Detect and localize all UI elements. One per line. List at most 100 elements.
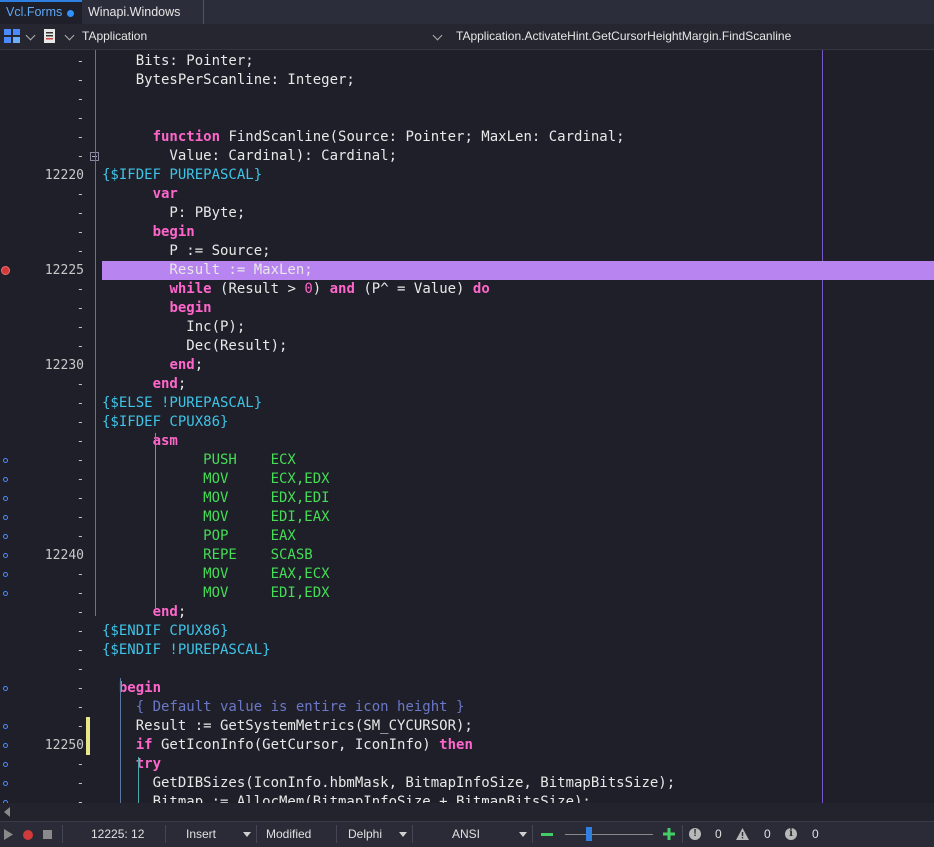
code-line[interactable]: - var (0, 185, 934, 204)
code-line[interactable]: - {$ENDIF !PUREPASCAL} (0, 641, 934, 660)
chevron-down-icon[interactable] (519, 832, 527, 837)
code-text[interactable]: asm (102, 432, 178, 451)
code-line[interactable]: - {$IFDEF CPUX86} (0, 413, 934, 432)
code-line[interactable]: - MOV EDX,EDI (0, 489, 934, 508)
chevron-down-icon[interactable] (399, 832, 407, 837)
code-text[interactable]: POP EAX (102, 527, 296, 546)
code-text[interactable]: MOV EAX,ECX (102, 565, 329, 584)
code-text[interactable]: P := Source; (102, 242, 270, 261)
code-editor[interactable]: - Bits: Pointer; - BytesPerScanline: Inte… (0, 50, 934, 803)
warning-icon[interactable] (736, 828, 749, 840)
insert-mode[interactable]: Insert (186, 827, 216, 841)
code-line[interactable]: - end; (0, 603, 934, 622)
code-line[interactable]: - P := Source; (0, 242, 934, 261)
code-text[interactable]: begin (102, 299, 211, 318)
chevron-down-icon[interactable] (432, 30, 443, 41)
code-text[interactable]: MOV ECX,EDX (102, 470, 329, 489)
code-line[interactable]: 12240 REPE SCASB (0, 546, 934, 565)
code-text[interactable]: Bitmap := AllocMem(BitmapInfoSize + Bitm… (102, 793, 591, 803)
code-line[interactable]: - begin (0, 679, 934, 698)
code-text[interactable]: try (102, 755, 161, 774)
code-line[interactable]: - PUSH ECX (0, 451, 934, 470)
code-text[interactable]: {$ENDIF !PUREPASCAL} (102, 641, 271, 660)
code-text[interactable]: P: PByte; (102, 204, 245, 223)
scroll-left-icon[interactable] (4, 807, 10, 817)
code-text[interactable]: {$ELSE !PUREPASCAL} (102, 394, 262, 413)
horizontal-scrollbar[interactable] (0, 803, 934, 821)
code-text[interactable]: MOV EDI,EAX (102, 508, 329, 527)
code-line[interactable]: - MOV EAX,ECX (0, 565, 934, 584)
method-selector[interactable]: TApplication.ActivateHint.GetCursorHeigh… (456, 29, 791, 43)
structure-view-icon[interactable] (3, 28, 21, 44)
code-line[interactable]: - GetDIBSizes(IconInfo.hbmMask, BitmapIn… (0, 774, 934, 793)
code-text[interactable]: while (Result > 0) and (P^ = Value) do (102, 280, 489, 299)
code-text[interactable]: { Default value is entire icon height } (102, 698, 465, 717)
code-text[interactable]: GetDIBSizes(IconInfo.hbmMask, BitmapInfo… (102, 774, 676, 793)
code-line[interactable]: 12225 Result := MaxLen; (0, 261, 934, 280)
code-line[interactable]: - end; (0, 375, 934, 394)
chevron-down-icon[interactable] (243, 832, 251, 837)
code-line[interactable]: - {$ENDIF CPUX86} (0, 622, 934, 641)
code-text[interactable]: begin (102, 223, 195, 242)
code-line[interactable]: - try (0, 755, 934, 774)
zoom-slider-thumb[interactable] (586, 827, 592, 841)
code-line[interactable]: - Value: Cardinal): Cardinal; (0, 147, 934, 166)
code-line[interactable]: - (0, 109, 934, 128)
code-line[interactable]: - (0, 90, 934, 109)
code-line[interactable]: - while (Result > 0) and (P^ = Value) do (0, 280, 934, 299)
code-text[interactable]: end; (102, 603, 187, 622)
chevron-down-icon[interactable] (25, 30, 36, 41)
tab-vcl-forms[interactable]: Vcl.Forms (0, 0, 82, 24)
code-text[interactable]: MOV EDX,EDI (102, 489, 329, 508)
hint-icon[interactable]: i (785, 828, 797, 840)
code-line[interactable]: - Bits: Pointer; (0, 52, 934, 71)
code-text[interactable]: REPE SCASB (102, 546, 313, 565)
code-text[interactable]: PUSH ECX (102, 451, 296, 470)
code-text[interactable]: Bits: Pointer; (102, 52, 254, 71)
code-line[interactable]: - Result := GetSystemMetrics(SM_CYCURSOR… (0, 717, 934, 736)
language-selector[interactable]: Delphi (348, 827, 382, 841)
code-line[interactable]: - begin (0, 299, 934, 318)
code-text[interactable]: {$ENDIF CPUX86} (102, 622, 228, 641)
code-text[interactable]: Value: Cardinal): Cardinal; (102, 147, 397, 166)
error-icon[interactable]: ! (689, 828, 701, 840)
code-text[interactable]: Result := MaxLen; (102, 261, 312, 280)
play-macro-icon[interactable] (4, 829, 14, 840)
zoom-slider[interactable] (565, 834, 653, 835)
code-text[interactable]: {$IFDEF CPUX86} (102, 413, 228, 432)
code-line[interactable]: - MOV EDI,EAX (0, 508, 934, 527)
code-line[interactable]: - { Default value is entire icon height … (0, 698, 934, 717)
code-line[interactable]: - BytesPerScanline: Integer; (0, 71, 934, 90)
encoding-selector[interactable]: ANSI (452, 827, 480, 841)
record-macro-icon[interactable] (23, 830, 33, 840)
code-line[interactable]: - (0, 660, 934, 679)
code-line[interactable]: - P: PByte; (0, 204, 934, 223)
code-text[interactable]: Dec(Result); (102, 337, 287, 356)
class-selector[interactable]: TApplication (82, 29, 147, 43)
code-text[interactable]: BytesPerScanline: Integer; (102, 71, 355, 90)
code-text[interactable]: var (102, 185, 178, 204)
code-text[interactable]: begin (102, 679, 161, 698)
code-text[interactable]: end; (102, 356, 203, 375)
code-text[interactable]: end; (102, 375, 187, 394)
stop-macro-icon[interactable] (43, 830, 52, 839)
tab-winapi-windows[interactable]: Winapi.Windows (82, 0, 204, 24)
code-text[interactable]: if GetIconInfo(GetCursor, IconInfo) then (102, 736, 473, 755)
code-line[interactable]: 12230 end; (0, 356, 934, 375)
code-line[interactable]: - Bitmap := AllocMem(BitmapInfoSize + Bi… (0, 793, 934, 803)
code-line[interactable]: - MOV ECX,EDX (0, 470, 934, 489)
code-line[interactable]: - MOV EDI,EDX (0, 584, 934, 603)
zoom-out-icon[interactable] (541, 833, 553, 836)
code-line[interactable]: - POP EAX (0, 527, 934, 546)
zoom-in-icon[interactable] (663, 828, 675, 840)
code-text[interactable]: MOV EDI,EDX (102, 584, 329, 603)
code-text[interactable]: function FindScanline(Source: Pointer; M… (102, 128, 625, 147)
code-line[interactable]: - begin (0, 223, 934, 242)
code-line[interactable]: 12250 if GetIconInfo(GetCursor, IconInfo… (0, 736, 934, 755)
code-text[interactable]: Inc(P); (102, 318, 245, 337)
chevron-down-icon[interactable] (64, 30, 75, 41)
code-line[interactable]: 12220 {$IFDEF PUREPASCAL} (0, 166, 934, 185)
code-line[interactable]: - Dec(Result); (0, 337, 934, 356)
code-text[interactable]: Result := GetSystemMetrics(SM_CYCURSOR); (102, 717, 473, 736)
code-line[interactable]: - {$ELSE !PUREPASCAL} (0, 394, 934, 413)
